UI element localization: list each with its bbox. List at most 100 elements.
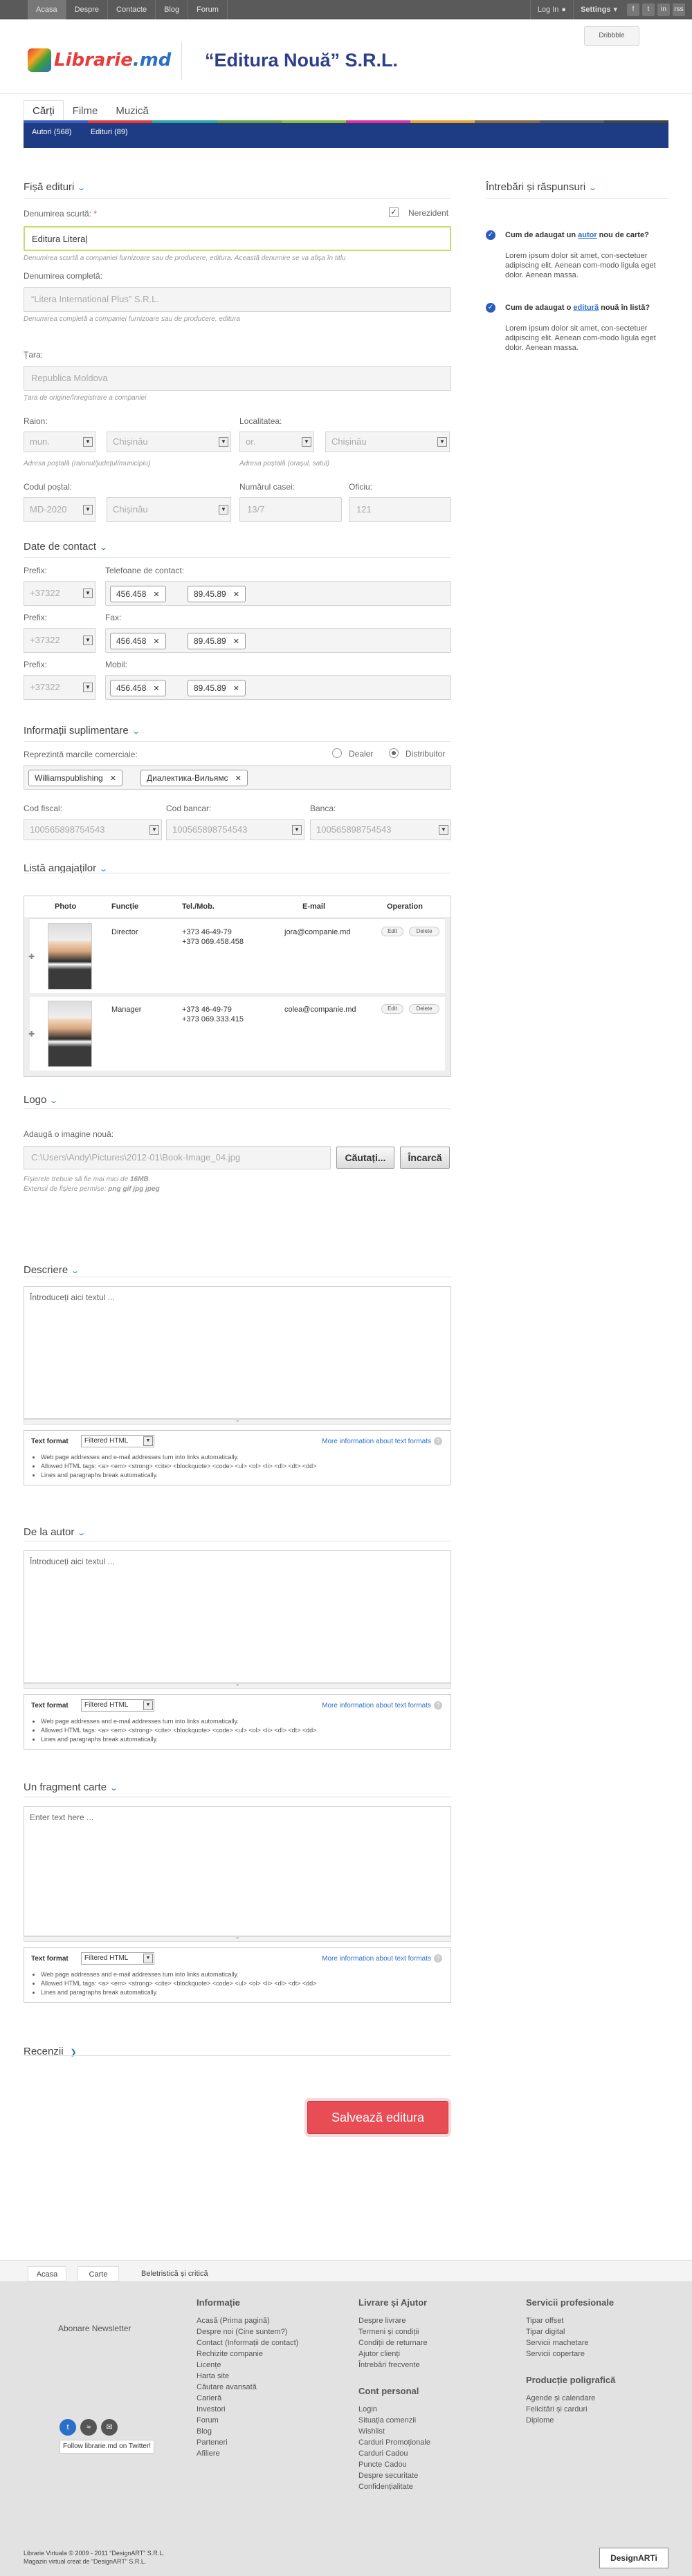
subtab-edituri[interactable]: Edituri (89) [82,123,136,141]
footer-link[interactable]: Parteneri [197,2437,298,2448]
footer-link[interactable]: Tipar digital [526,2326,615,2337]
fragment-textarea[interactable]: Enter text here ... [24,1806,451,1936]
office-input[interactable]: 121 [349,497,451,522]
section-fragment-title[interactable]: Un fragment carte ⌄ [24,1781,118,1793]
drag-handle-icon[interactable]: ✚ [28,952,35,962]
full-name-input[interactable]: “Litera International Plus” S.R.L. [24,287,451,312]
locality-prefix-select[interactable]: or. ▼ [239,432,314,452]
text-format-help-link[interactable]: More information about text formats? [322,1701,442,1709]
footer-link[interactable]: Servicii copertare [526,2348,615,2360]
settings-menu[interactable]: Settings ▾ [573,0,624,19]
designart-logo[interactable]: DesignARTi [599,2548,668,2568]
footer-link[interactable]: Rechizite companie [197,2348,298,2360]
browse-button[interactable]: Căutați... [336,1147,394,1169]
topnav-contacte[interactable]: Contacte [108,0,156,19]
footer-link[interactable]: Tipar offset [526,2315,615,2326]
footer-link[interactable]: Wishlist [358,2426,430,2437]
footer-link[interactable]: Despre noi (Cine suntem?) [197,2326,298,2337]
footer-link[interactable]: Confidențialitate [358,2481,430,2492]
raion-select[interactable]: Chișinău ▼ [107,432,231,452]
faq-question[interactable]: Cum de adaugat o editură nouă în listă? [505,303,655,313]
text-format-select[interactable]: Filtered HTML ▼ [81,1952,154,1965]
brand-tag[interactable]: Williamspublishing ✕ [28,770,122,786]
footer-link[interactable]: Forum [197,2415,298,2426]
phone-tag[interactable]: 89.45.89 ✕ [188,586,246,602]
text-format-select[interactable]: Filtered HTML ▼ [81,1699,154,1712]
brands-tag-input[interactable]: Williamspublishing ✕ Диалектика-Вильямс ✕ [24,765,451,790]
section-fisa-title[interactable]: Fișă edituri ⌄ [24,181,86,193]
close-icon[interactable]: ✕ [233,685,239,693]
footer-link[interactable]: Situația comenzii [358,2415,430,2426]
delete-button[interactable]: Delete [409,1004,439,1014]
footer-link[interactable]: Puncte Cadou [358,2459,430,2470]
close-icon[interactable]: ✕ [153,638,159,646]
footer-link[interactable]: Harta site [197,2371,298,2382]
phone-tag-input[interactable]: 456.458 ✕ 89.45.89 ✕ [105,581,451,606]
edit-button[interactable]: Edit [381,1004,403,1014]
delete-button[interactable]: Delete [409,927,439,936]
section-extra-title[interactable]: Informații suplimentare ⌄ [24,725,140,736]
footer-link[interactable]: Felicitări și carduri [526,2404,615,2415]
footer-link[interactable]: Agende și calendare [526,2393,615,2404]
close-icon[interactable]: ✕ [233,591,239,599]
footer-link[interactable]: Termeni și condiții [358,2326,430,2337]
breadcrumb-home[interactable]: Acasa [28,2266,66,2281]
footer-link[interactable]: Carduri Cadou [358,2448,430,2459]
phone-tag[interactable]: 456.458 ✕ [110,586,166,602]
section-descriere-title[interactable]: Descriere ⌄ [24,1264,80,1276]
footer-link[interactable]: Contact (Informații de contact) [197,2337,298,2348]
breadcrumb-carte[interactable]: Carte [78,2266,119,2281]
footer-link[interactable]: Blog [197,2426,298,2437]
close-icon[interactable]: ✕ [233,638,239,646]
linkedin-icon[interactable]: in [657,3,670,16]
faq-title[interactable]: Întrebări și răspunsuri ⌄ [486,181,597,193]
text-format-select[interactable]: Filtered HTML ▼ [81,1435,154,1447]
rss-icon[interactable]: ≈ [80,2419,97,2436]
fiscal-select[interactable]: 100565898754543 ▼ [24,819,162,840]
close-icon[interactable]: ✕ [153,685,159,693]
footer-link[interactable]: Căutare avansată [197,2382,298,2393]
postal-city-select[interactable]: Chișinău ▼ [107,497,231,522]
bank-code-select[interactable]: 100565898754543 ▼ [166,819,304,840]
footer-link[interactable]: Afiliere [197,2448,298,2459]
resize-grip[interactable]: ≡ [24,1683,451,1689]
upload-button[interactable]: Încarcă [400,1147,450,1169]
prefix-select[interactable]: +37322 ▼ [24,628,95,653]
topnav-blog[interactable]: Blog [156,0,189,19]
footer-link[interactable]: Login [358,2404,430,2415]
descriere-textarea[interactable]: Întroduceți aici textul ... [24,1286,451,1419]
prefix-select[interactable]: +37322 ▼ [24,675,95,700]
login-link[interactable]: Log In ● [529,0,573,19]
bank-select[interactable]: 100565898754543 ▼ [310,819,451,840]
phone-tag-input[interactable]: 456.458 ✕ 89.45.89 ✕ [105,628,451,653]
distribuitor-radio[interactable] [389,748,399,758]
section-logo-title[interactable]: Logo ⌄ [24,1094,58,1106]
footer-link[interactable]: Servicii machetare [526,2337,615,2348]
tab-filme[interactable]: Filme [64,100,107,121]
dealer-radio[interactable] [332,748,342,758]
topnav-forum[interactable]: Forum [188,0,228,19]
close-icon[interactable]: ✕ [235,775,242,783]
resize-grip[interactable]: ≡ [24,1419,451,1425]
raion-prefix-select[interactable]: mun. ▼ [24,432,95,452]
phone-tag[interactable]: 456.458 ✕ [110,680,166,696]
footer-link[interactable]: Licențe [197,2360,298,2371]
topnav-acasa[interactable]: Acasa [28,0,66,19]
prefix-select[interactable]: +37322 ▼ [24,581,95,606]
brand-tag[interactable]: Диалектика-Вильямс ✕ [140,770,248,786]
close-icon[interactable]: ✕ [110,775,116,783]
tab-muzica[interactable]: Muzică [107,100,158,121]
footer-link[interactable]: Investori [197,2404,298,2415]
postal-select[interactable]: MD-2020 ▼ [24,497,95,522]
text-format-help-link[interactable]: More information about text formats? [322,1954,442,1963]
twitter-icon[interactable]: t [60,2419,76,2436]
subtab-autori[interactable]: Autori (568) [24,123,80,141]
edit-button[interactable]: Edit [381,927,403,936]
topnav-despre[interactable]: Despre [66,0,109,19]
footer-link[interactable]: Despre livrare [358,2315,430,2326]
phone-tag[interactable]: 89.45.89 ✕ [188,633,246,649]
autor-textarea[interactable]: Întroduceți aici textul ... [24,1550,451,1683]
footer-link[interactable]: Despre securitate [358,2470,430,2481]
country-input[interactable]: Republica Moldova [24,366,451,391]
phone-tag[interactable]: 89.45.89 ✕ [188,680,246,696]
